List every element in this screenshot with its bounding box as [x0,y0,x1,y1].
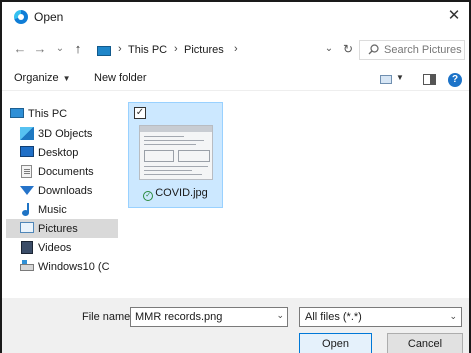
music-icon [21,203,33,217]
organize-menu[interactable]: Organize ▼ [14,72,71,84]
search-icon [368,44,379,55]
cancel-button[interactable]: Cancel [387,333,463,353]
preview-pane-icon[interactable] [423,74,436,85]
address-dropdown-button[interactable]: ⌄ [321,40,337,58]
window-title: Open [34,10,64,24]
drive-icon [20,260,34,271]
dialog-footer: File name: ⌄ All files (*.*) ⌄ Open Canc… [2,298,469,353]
sync-status-icon: ✓ [143,191,154,201]
file-list: ✓ ✓ COVID.jpg [122,98,467,284]
breadcrumb-pictures[interactable]: Pictures [184,44,224,56]
nav-item-music[interactable]: Music [6,200,118,219]
documents-icon [21,165,32,178]
search-box[interactable] [359,40,465,60]
file-name: COVID.jpg [155,187,208,199]
help-icon[interactable]: ? [448,73,462,87]
desktop-icon [20,146,34,157]
address-row: ← → ⌄ ↑ › This PC › Pictures › ⌄ ↻ [2,36,469,62]
nav-item-label: Pictures [38,223,78,235]
edge-app-icon [14,10,28,24]
navigation-pane: This PC 3D Objects Desktop Documents Dow… [6,98,118,284]
this-pc-icon [10,108,24,118]
nav-item-label: This PC [28,108,68,120]
breadcrumb-separator[interactable]: › [234,43,238,55]
nav-item-label: 3D Objects [38,128,93,140]
nav-item-windows10-drive[interactable]: Windows10 (C [6,257,118,276]
open-button[interactable]: Open [299,333,372,353]
nav-item-label: Videos [38,242,72,254]
downloads-icon [20,186,34,195]
nav-item-label: Desktop [38,147,79,159]
file-type-value: All files (*.*) [305,311,362,323]
file-name-input[interactable] [135,310,265,324]
breadcrumb-separator[interactable]: › [118,43,122,55]
new-folder-button[interactable]: New folder [94,72,147,84]
nav-item-documents[interactable]: Documents [6,162,118,181]
nav-item-3d-objects[interactable]: 3D Objects [6,124,118,143]
nav-item-desktop[interactable]: Desktop [6,143,118,162]
nav-item-videos[interactable]: Videos [6,238,118,257]
command-bar: Organize ▼ New folder ▼ ? [2,67,469,91]
chevron-down-icon[interactable]: ⌄ [276,310,284,321]
nav-item-downloads[interactable]: Downloads [6,181,118,200]
nav-item-label: Music [38,204,67,216]
chevron-down-icon: ⌄ [449,311,457,321]
nav-item-label: Windows10 (C [38,261,110,273]
file-name-label: File name: [82,311,134,323]
nav-item-label: Downloads [38,185,93,197]
file-select-checkbox[interactable]: ✓ [134,107,146,119]
breadcrumb-this-pc[interactable]: This PC [128,44,167,56]
nav-item-this-pc[interactable]: This PC [6,104,118,123]
organize-caret-icon: ▼ [62,74,71,83]
pictures-icon [20,222,34,233]
view-options-icon[interactable] [380,75,392,84]
back-button[interactable]: ← [12,40,28,58]
view-options-caret-icon[interactable]: ▼ [396,73,404,82]
nav-item-label: Documents [38,166,94,178]
breadcrumb-separator[interactable]: › [174,43,178,55]
close-button[interactable]: ✕ [443,6,465,26]
forward-button[interactable]: → [32,40,48,58]
3d-objects-icon [20,127,34,140]
file-item[interactable]: ✓ ✓ COVID.jpg [128,102,223,208]
nav-item-pictures[interactable]: Pictures [6,219,118,238]
organize-label: Organize [14,72,59,84]
recent-locations-button[interactable]: ⌄ [52,40,68,58]
title-bar: Open ✕ [2,2,469,32]
refresh-button[interactable]: ↻ [339,40,357,58]
this-pc-icon [97,46,111,56]
file-thumbnail [139,125,213,180]
address-bar[interactable]: › This PC › Pictures › [93,40,319,60]
search-input[interactable] [384,42,464,58]
up-button[interactable]: ↑ [70,40,86,58]
file-type-select[interactable]: All files (*.*) ⌄ [299,307,462,327]
videos-icon [21,241,33,254]
file-name-combobox[interactable]: ⌄ [130,307,288,327]
open-dialog: Open ✕ ← → ⌄ ↑ › This PC › Pictures › ⌄ … [0,0,471,353]
